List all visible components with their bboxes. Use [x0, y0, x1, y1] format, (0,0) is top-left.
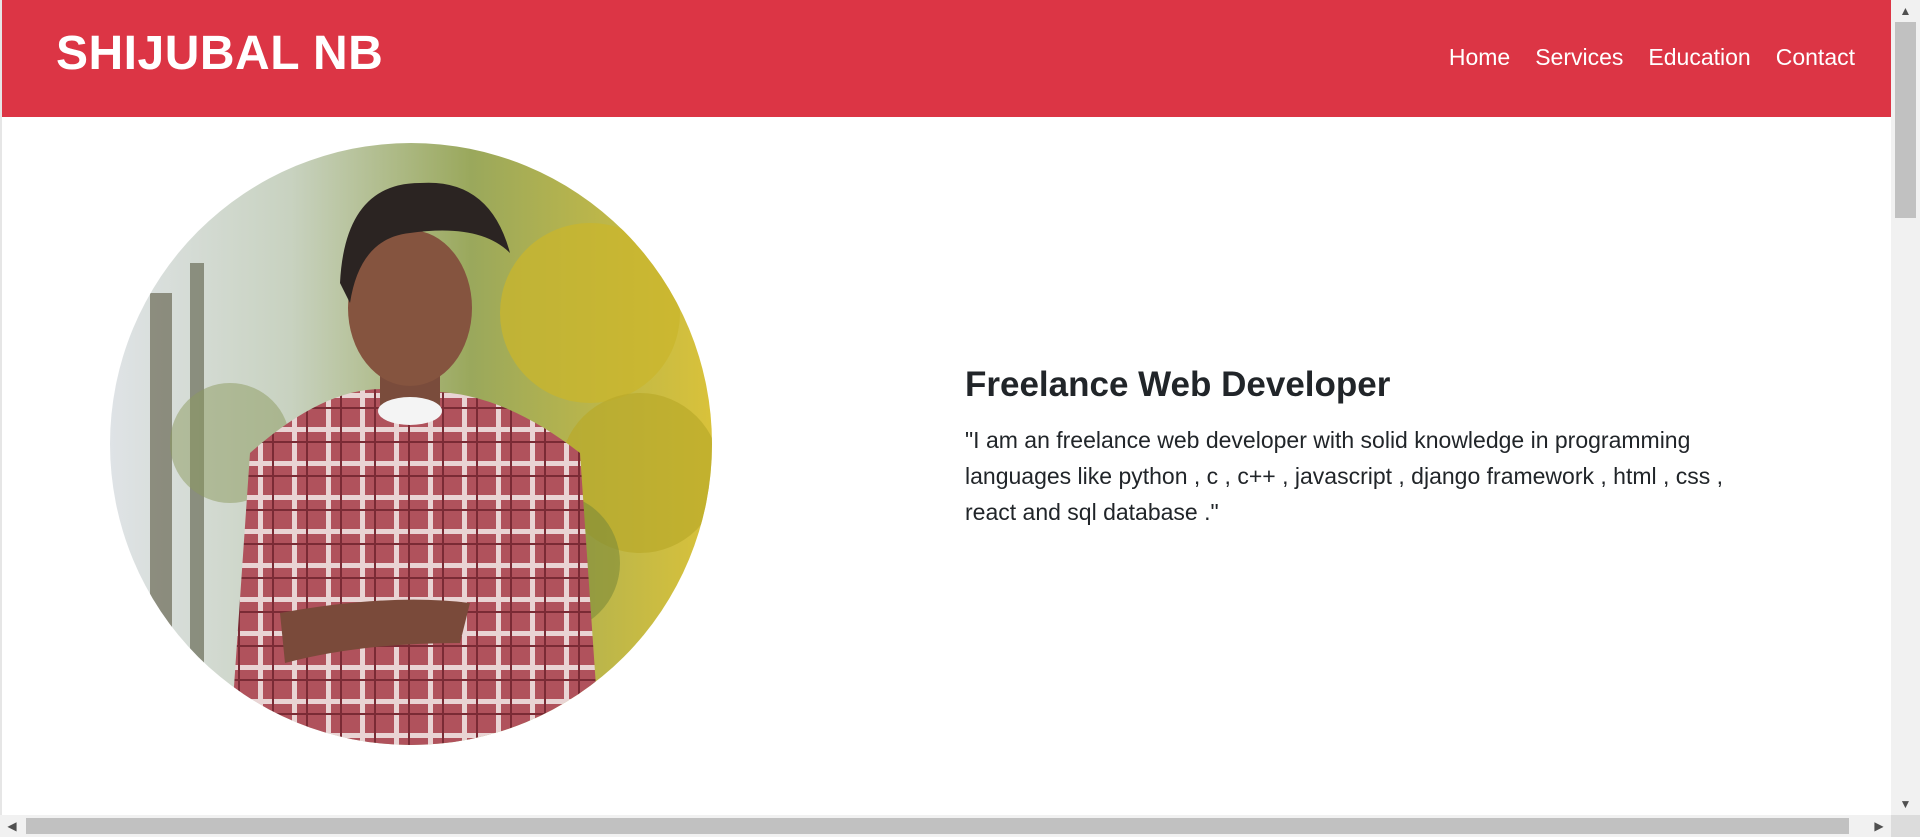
- horizontal-scroll-thumb[interactable]: [26, 818, 1849, 834]
- browser-viewport: SHIJUBAL NB Home Services Education Cont…: [0, 0, 1920, 837]
- hero-description: "I am an freelance web developer with so…: [965, 427, 1724, 525]
- brand-logo[interactable]: SHIJUBAL NB: [56, 26, 383, 81]
- scroll-down-arrow-icon[interactable]: ▼: [1891, 793, 1920, 815]
- page-content: SHIJUBAL NB Home Services Education Cont…: [2, 0, 1891, 815]
- hero-title: Freelance Web Developer: [965, 365, 1391, 404]
- nav-link-contact[interactable]: Contact: [1776, 44, 1855, 71]
- scrollbar-corner: [1891, 815, 1920, 837]
- horizontal-scrollbar[interactable]: ◀ ▶: [0, 815, 1891, 837]
- profile-photo: [110, 143, 712, 745]
- navbar: SHIJUBAL NB Home Services Education Cont…: [2, 0, 1891, 117]
- scroll-left-arrow-icon[interactable]: ◀: [0, 815, 24, 837]
- scroll-right-arrow-icon[interactable]: ▶: [1867, 815, 1891, 837]
- vertical-scrollbar[interactable]: ▲ ▼: [1891, 0, 1920, 815]
- nav-link-education[interactable]: Education: [1648, 44, 1750, 71]
- vertical-scroll-thumb[interactable]: [1895, 22, 1916, 218]
- nav-link-home[interactable]: Home: [1449, 44, 1510, 71]
- nav-link-services[interactable]: Services: [1535, 44, 1623, 71]
- nav-menu: Home Services Education Contact: [1449, 44, 1855, 71]
- scroll-up-arrow-icon[interactable]: ▲: [1891, 0, 1920, 22]
- hero-section: Freelance Web Developer "I am an freelan…: [965, 364, 1765, 530]
